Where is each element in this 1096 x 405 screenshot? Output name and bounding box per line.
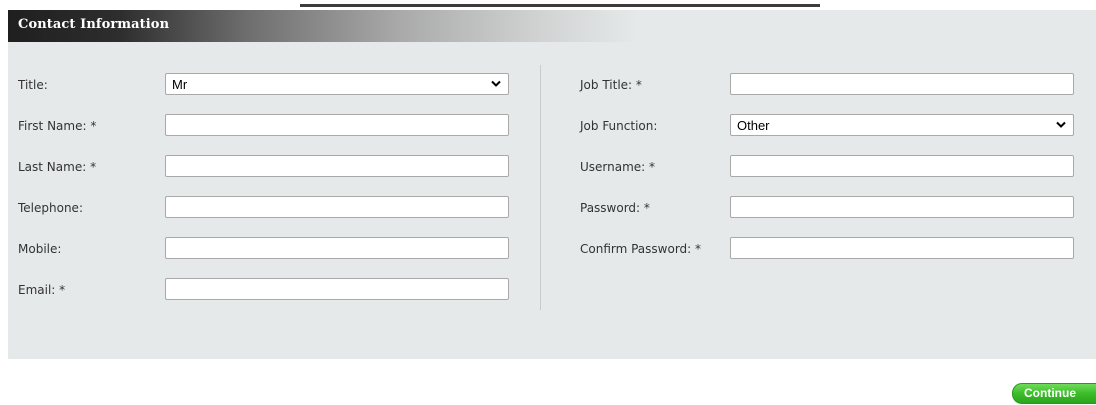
first-name-field[interactable] <box>165 114 509 136</box>
form-row-username: Username: * <box>580 155 1080 179</box>
form-row-first-name: First Name: * <box>8 114 528 138</box>
title-label: Title: <box>18 78 48 92</box>
title-select[interactable]: Mr <box>165 73 509 95</box>
job-function-label: Job Function: <box>580 119 658 133</box>
username-label: Username: * <box>580 160 656 174</box>
panel-header: Contact Information <box>8 10 638 42</box>
continue-button-label: Continue <box>1024 386 1076 400</box>
confirm-password-label: Confirm Password: * <box>580 242 702 256</box>
first-name-label: First Name: * <box>18 119 97 133</box>
telephone-field[interactable] <box>165 196 509 218</box>
form-row-last-name: Last Name: * <box>8 155 528 179</box>
form-row-mobile: Mobile: <box>8 237 528 261</box>
form-row-password: Password: * <box>580 196 1080 220</box>
title-select-value: Mr <box>172 77 188 92</box>
cropped-banner-strip <box>0 0 1096 10</box>
form-row-telephone: Telephone: <box>8 196 528 220</box>
mobile-field[interactable] <box>165 237 509 259</box>
password-label: Password: * <box>580 201 650 215</box>
last-name-field[interactable] <box>165 155 509 177</box>
job-title-label: Job Title: * <box>580 78 642 92</box>
panel-title: Contact Information <box>18 17 170 32</box>
telephone-label: Telephone: <box>18 201 83 215</box>
form-row-job-title: Job Title: * <box>580 73 1080 97</box>
column-divider <box>540 65 541 310</box>
last-name-label: Last Name: * <box>18 160 97 174</box>
job-function-select[interactable]: Other <box>730 114 1074 136</box>
contact-information-panel: Contact Information Title: Mr First Name… <box>8 10 1096 359</box>
form-row-confirm-password: Confirm Password: * <box>580 237 1080 261</box>
confirm-password-field[interactable] <box>730 237 1074 259</box>
continue-button[interactable]: Continue <box>1012 383 1096 404</box>
email-field[interactable] <box>165 278 509 300</box>
job-title-field[interactable] <box>730 73 1074 95</box>
username-field[interactable] <box>730 155 1074 177</box>
form-row-email: Email: * <box>8 278 528 302</box>
job-function-select-value: Other <box>737 118 770 133</box>
continue-button-wrap: Continue <box>1012 383 1096 405</box>
mobile-label: Mobile: <box>18 242 62 256</box>
cropped-banner-text <box>300 0 820 7</box>
form-row-title: Title: Mr <box>8 73 528 97</box>
password-field[interactable] <box>730 196 1074 218</box>
email-label: Email: * <box>18 283 66 297</box>
chevron-down-icon <box>1056 121 1066 128</box>
chevron-down-icon <box>491 80 501 87</box>
form-row-job-function: Job Function: Other <box>580 114 1080 138</box>
